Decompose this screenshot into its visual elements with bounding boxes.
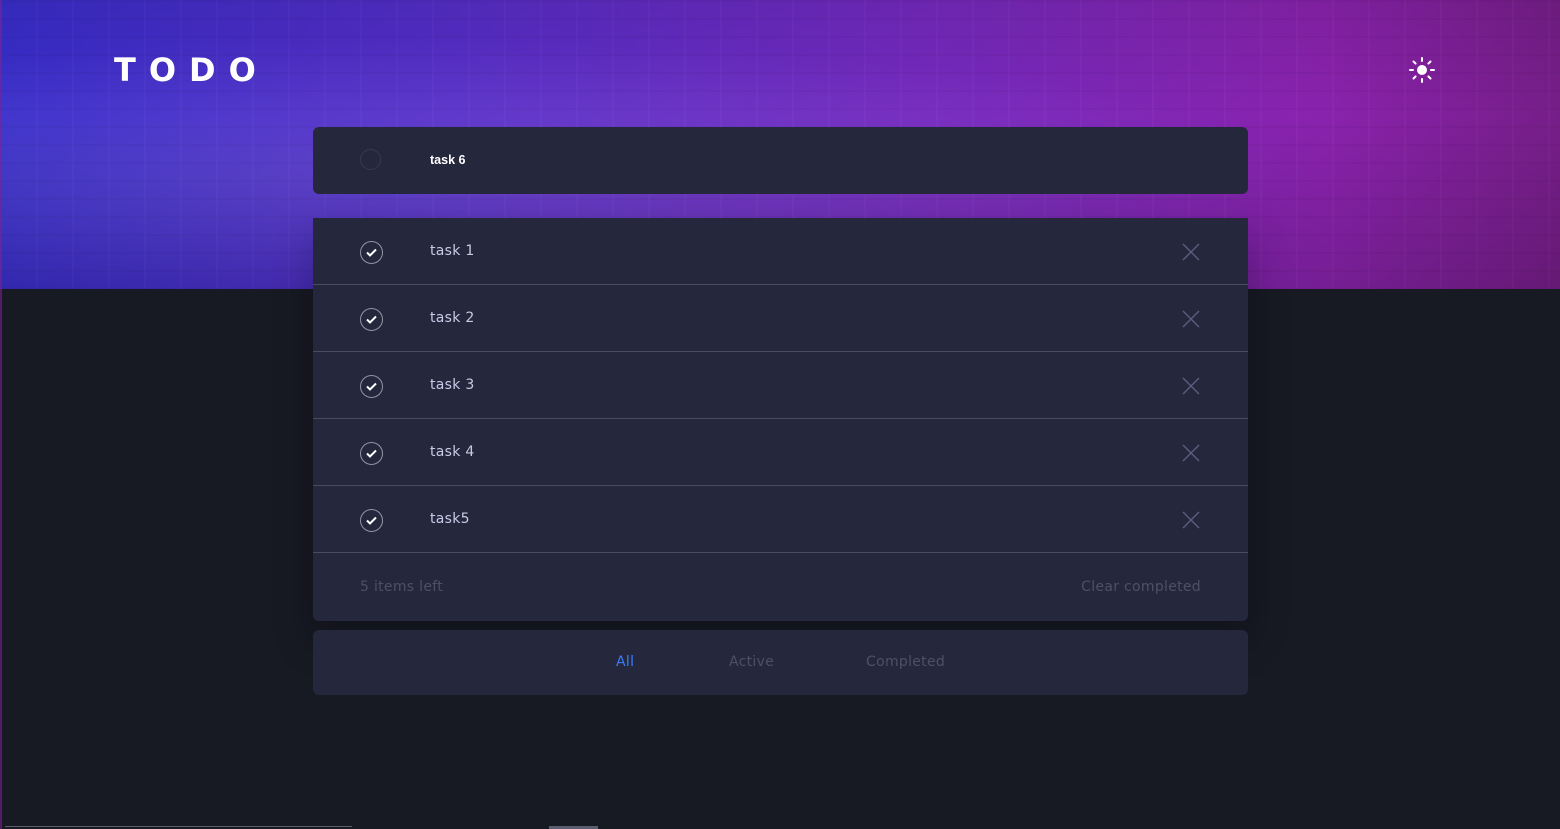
list-item[interactable]: task5: [313, 486, 1248, 553]
close-icon[interactable]: [1181, 376, 1201, 396]
task-checkbox[interactable]: [360, 308, 383, 331]
horizontal-scrollbar-track[interactable]: [5, 826, 352, 827]
task-label: task 1: [430, 243, 475, 259]
filter-all-tab[interactable]: All: [616, 652, 634, 672]
task-checkbox[interactable]: [360, 375, 383, 398]
theme-toggle-button[interactable]: [1407, 55, 1437, 85]
task-checkbox[interactable]: [360, 509, 383, 532]
items-left-count: 5 items left: [360, 579, 444, 595]
clear-completed-button[interactable]: Clear completed: [1081, 577, 1201, 597]
filter-active-tab[interactable]: Active: [729, 652, 774, 672]
check-icon: [366, 516, 377, 525]
list-item[interactable]: task 4: [313, 419, 1248, 486]
app-title: TODO: [114, 51, 269, 89]
new-task-input[interactable]: [430, 151, 1130, 169]
task-label: task 4: [430, 444, 475, 460]
list-item[interactable]: task 3: [313, 352, 1248, 419]
close-icon[interactable]: [1181, 510, 1201, 530]
todo-list: task 1 task 2 task 3 task 4 task5 5 item…: [313, 218, 1248, 621]
task-label: task 2: [430, 310, 475, 326]
sun-icon: [1409, 57, 1435, 83]
check-icon: [366, 382, 377, 391]
check-icon: [366, 315, 377, 324]
new-task-checkbox[interactable]: [360, 149, 381, 170]
list-item[interactable]: task 1: [313, 218, 1248, 285]
close-icon[interactable]: [1181, 443, 1201, 463]
list-item[interactable]: task 2: [313, 285, 1248, 352]
close-icon[interactable]: [1181, 309, 1201, 329]
task-checkbox[interactable]: [360, 442, 383, 465]
filter-bar: All Active Completed: [313, 630, 1248, 695]
task-label: task5: [430, 511, 470, 527]
list-footer: 5 items left Clear completed: [313, 553, 1248, 621]
task-checkbox[interactable]: [360, 241, 383, 264]
check-icon: [366, 248, 377, 257]
new-task-panel: [313, 127, 1248, 194]
filter-completed-tab[interactable]: Completed: [866, 652, 945, 672]
left-edge-strip: [0, 0, 2, 829]
task-label: task 3: [430, 377, 475, 393]
close-icon[interactable]: [1181, 242, 1201, 262]
check-icon: [366, 449, 377, 458]
